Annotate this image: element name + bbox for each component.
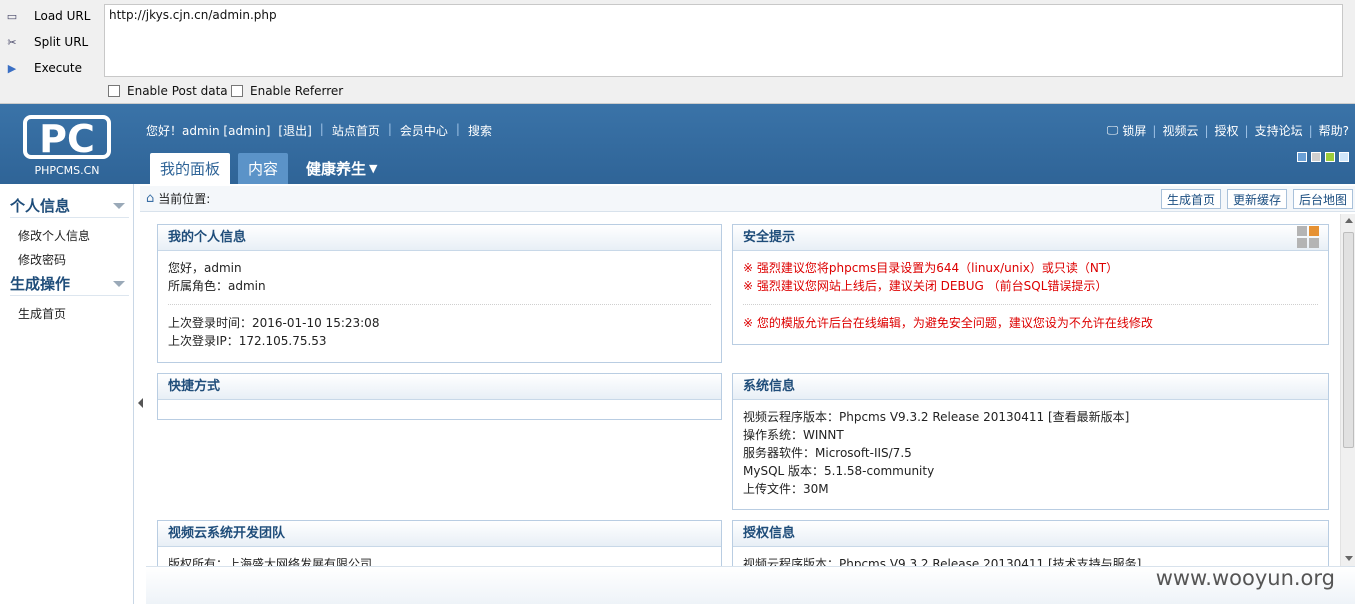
main-content: 我的个人信息 您好，admin 所属角色：admin 上次登录时间：2016-0… xyxy=(146,214,1338,566)
grid-icon[interactable] xyxy=(1296,225,1320,249)
main-tabs: 我的面板 内容 健康养生 ▼ xyxy=(150,153,396,184)
chevron-down-icon: ▼ xyxy=(369,162,378,175)
last-login-ip: 上次登录IP：172.105.75.53 xyxy=(168,334,327,348)
sidebar-toggle-icon[interactable] xyxy=(138,398,143,408)
divider: | xyxy=(1152,123,1157,138)
authorize-link[interactable]: 授权 xyxy=(1215,122,1239,139)
member-center-link[interactable]: 会员中心 xyxy=(400,122,448,139)
breadcrumb-label: 当前位置: xyxy=(158,192,211,206)
monitor-icon: 🖵 xyxy=(1106,123,1119,137)
dev-team-panel: 视频云系统开发团队 版权所有：上海盛大网络发展有限公司 xyxy=(157,520,722,566)
collapse-arrow-icon[interactable] xyxy=(113,280,125,287)
divider xyxy=(743,304,1318,305)
panel-title: 视频云系统开发团队 xyxy=(158,521,721,547)
enable-post-checkbox[interactable]: Enable Post data xyxy=(108,84,228,98)
divider: | xyxy=(1244,123,1249,138)
shortcuts-panel: 快捷方式 xyxy=(157,373,722,420)
tab-content[interactable]: 内容 xyxy=(238,153,289,184)
skin-swatch[interactable] xyxy=(1339,152,1349,162)
sidebar-item-edit-profile[interactable]: 修改个人信息 xyxy=(0,224,133,248)
split-url-button[interactable]: ✂ Split URL xyxy=(2,31,100,53)
sidebar-item-generate-home[interactable]: 生成首页 xyxy=(0,302,133,326)
divider: | xyxy=(1308,123,1313,138)
forum-link[interactable]: 支持论坛 xyxy=(1255,122,1303,139)
panel-title: 授权信息 xyxy=(733,521,1328,547)
scroll-up-icon[interactable] xyxy=(1345,218,1353,223)
checkbox-box[interactable] xyxy=(231,85,243,97)
scissors-icon: ✂ xyxy=(7,35,17,49)
logout-link[interactable]: [退出] xyxy=(278,122,311,139)
vertical-scrollbar[interactable] xyxy=(1340,214,1355,566)
top-right-links: 🖵 锁屏 | 视频云 | 授权 | 支持论坛 | 帮助? xyxy=(1107,122,1349,139)
license-text: 视频云程序版本：Phpcms V9.3.2 Release 20130411 [… xyxy=(743,557,1142,566)
admin-header: PC PHPCMS.CN 您好！admin [admin] [退出] | 站点首… xyxy=(0,104,1355,184)
sidebar-item-change-password[interactable]: 修改密码 xyxy=(0,248,133,272)
security-tip-2: ※ 强烈建议您网站上线后，建议关闭 DEBUG （前台SQL错误提示） xyxy=(743,279,1108,293)
hello-text: 您好，admin xyxy=(168,261,242,275)
panel-title: 我的个人信息 xyxy=(158,225,721,251)
load-url-button[interactable]: ▭ Load URL xyxy=(2,5,100,27)
divider: | xyxy=(455,122,460,136)
update-cache-button[interactable]: 更新缓存 xyxy=(1226,189,1287,209)
top-nav: 您好！admin [admin] [退出] | 站点首页 | 会员中心 | 搜索 xyxy=(146,122,500,139)
skin-switcher xyxy=(1293,152,1349,162)
checkbox-box[interactable] xyxy=(108,85,120,97)
help-link[interactable]: 帮助? xyxy=(1319,122,1349,139)
load-url-icon: ▭ xyxy=(6,9,18,23)
copyright-text: 版权所有：上海盛大网络发展有限公司 xyxy=(168,557,373,566)
panel-title: 快捷方式 xyxy=(158,374,721,400)
search-link[interactable]: 搜索 xyxy=(468,122,492,139)
watermark: www.wooyun.org xyxy=(1155,566,1335,590)
skin-swatch[interactable] xyxy=(1325,152,1335,162)
execute-button[interactable]: ▶ Execute xyxy=(2,57,100,79)
sidebar-section-personal[interactable]: 个人信息 xyxy=(10,194,129,218)
skin-swatch[interactable] xyxy=(1311,152,1321,162)
play-icon: ▶ xyxy=(7,61,17,75)
sidebar: 个人信息 修改个人信息 修改密码 生成操作 生成首页 xyxy=(0,184,134,604)
divider xyxy=(168,304,711,305)
program-version: 视频云程序版本：Phpcms V9.3.2 Release 20130411 [… xyxy=(743,410,1130,424)
divider: | xyxy=(319,122,324,136)
panel-title: 系统信息 xyxy=(733,374,1328,400)
last-login-time: 上次登录时间：2016-01-10 15:23:08 xyxy=(168,316,380,330)
hackbar-toolbar: ▭ Load URL ✂ Split URL ▶ Execute http://… xyxy=(0,0,1355,104)
security-tip-3: ※ 您的模版允许后台在线编辑，为避免安全问题，建议您设为不允许在线修改 xyxy=(743,316,1153,330)
home-icon[interactable]: ⌂ xyxy=(146,191,154,206)
logo-subtext: PHPCMS.CN xyxy=(34,164,99,177)
enable-referrer-checkbox[interactable]: Enable Referrer xyxy=(231,84,343,98)
mysql-version: MySQL 版本：5.1.58-community xyxy=(743,464,935,478)
generate-home-button[interactable]: 生成首页 xyxy=(1160,189,1221,209)
system-info-panel: 系统信息 视频云程序版本：Phpcms V9.3.2 Release 20130… xyxy=(732,373,1329,510)
site-map-button[interactable]: 后台地图 xyxy=(1292,189,1353,209)
operating-system: 操作系统：WINNT xyxy=(743,428,844,442)
scroll-down-icon[interactable] xyxy=(1345,556,1353,561)
security-tip-1: ※ 强烈建议您将phpcms目录设置为644（linux/unix）或只读（NT… xyxy=(743,261,1119,275)
role-text: 所属角色：admin xyxy=(168,279,266,293)
security-panel: 安全提示 ※ 强烈建议您将phpcms目录设置为644（linux/unix）或… xyxy=(732,224,1329,345)
divider: | xyxy=(1204,123,1209,138)
greeting-text: 您好！admin [admin] xyxy=(146,124,271,138)
collapse-arrow-icon[interactable] xyxy=(113,202,125,209)
scrollbar-thumb[interactable] xyxy=(1343,232,1354,448)
lock-screen-link[interactable]: 锁屏 xyxy=(1122,122,1146,139)
phpcms-logo: PC PHPCMS.CN xyxy=(20,112,114,178)
site-home-link[interactable]: 站点首页 xyxy=(332,122,380,139)
tab-my-panel[interactable]: 我的面板 xyxy=(150,153,231,184)
panel-title: 安全提示 xyxy=(733,225,1328,251)
tab-health-dropdown[interactable]: 健康养生 ▼ xyxy=(296,153,387,184)
breadcrumb: ⌂ 当前位置: 生成首页 更新缓存 后台地图 xyxy=(140,186,1355,212)
license-panel: 授权信息 视频云程序版本：Phpcms V9.3.2 Release 20130… xyxy=(732,520,1329,566)
server-software: 服务器软件：Microsoft-IIS/7.5 xyxy=(743,446,912,460)
sidebar-section-generate[interactable]: 生成操作 xyxy=(10,272,129,296)
logo-text: PC xyxy=(39,117,95,161)
skin-swatch[interactable] xyxy=(1297,152,1307,162)
my-info-panel: 我的个人信息 您好，admin 所属角色：admin 上次登录时间：2016-0… xyxy=(157,224,722,363)
video-cloud-link[interactable]: 视频云 xyxy=(1162,122,1198,139)
upload-limit: 上传文件：30M xyxy=(743,482,829,496)
url-textarea[interactable]: http://jkys.cjn.cn/admin.php xyxy=(104,4,1343,77)
divider: | xyxy=(387,122,392,136)
